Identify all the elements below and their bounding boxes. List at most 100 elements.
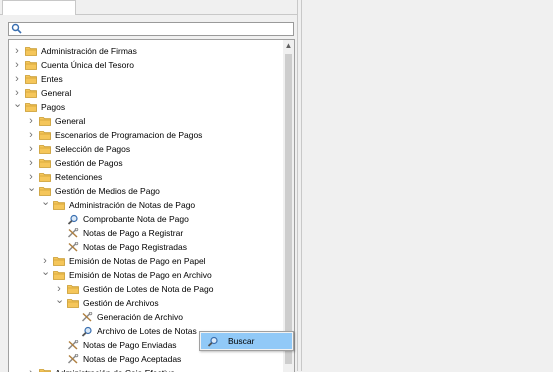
magnifier-icon	[67, 214, 79, 225]
tree-item[interactable]: ⌄ Pagos	[9, 99, 281, 114]
tree-item-label: Escenarios de Programacion de Pagos	[55, 130, 203, 140]
folder-icon	[39, 172, 51, 182]
context-menu: Buscar	[199, 331, 294, 351]
folder-icon	[39, 158, 51, 168]
chevron-down-icon[interactable]: ⌄	[13, 99, 22, 114]
tree-item[interactable]: › General	[9, 114, 281, 128]
folder-icon	[53, 200, 65, 210]
tree-item-label: Gestión de Lotes de Nota de Pago	[83, 284, 214, 294]
folder-icon	[25, 46, 37, 56]
chevron-right-icon[interactable]: ›	[27, 366, 35, 372]
vertical-scrollbar[interactable]: ▲	[283, 40, 294, 372]
tree-item-label: Administración de Notas de Pago	[69, 200, 196, 210]
tree-item-label: Cuenta Única del Tesoro	[41, 60, 134, 70]
navigation-panel: › Administración de Caja Efectivo Notas de…	[0, 0, 298, 372]
chevron-down-icon[interactable]: ⌄	[41, 267, 50, 282]
folder-icon	[25, 102, 37, 112]
tree-item-label: Notas de Pago Enviadas	[83, 340, 177, 350]
tree-item[interactable]: › Administración de Firmas	[9, 44, 281, 58]
tree-item[interactable]: ⌄ Gestión de Medios de Pago	[9, 183, 281, 198]
folder-icon	[39, 116, 51, 126]
search-field[interactable]	[8, 22, 294, 36]
tree-item-label: Gestión de Archivos	[83, 298, 159, 308]
context-menu-label: Buscar	[228, 336, 255, 346]
chevron-down-icon[interactable]: ⌄	[41, 197, 50, 212]
tree-item-label: General	[55, 116, 86, 126]
tree-item-label: Retenciones	[55, 172, 103, 182]
tree-item[interactable]: Notas de Pago Aceptadas	[9, 352, 281, 366]
tree-item-label: Gestión de Medios de Pago	[55, 186, 160, 196]
chevron-right-icon[interactable]: ›	[13, 44, 21, 58]
tree-item-label: Comprobante Nota de Pago	[83, 214, 189, 224]
scroll-up-icon[interactable]: ▲	[283, 40, 294, 51]
folder-icon	[39, 186, 51, 196]
tab-strip	[0, 0, 297, 15]
search-input[interactable]	[23, 23, 289, 35]
folder-icon	[53, 256, 65, 266]
tree-item[interactable]: › Emisión de Notas de Pago en Papel	[9, 254, 281, 268]
folder-icon	[39, 130, 51, 140]
tree-item[interactable]: Comprobante Nota de Pago	[9, 212, 281, 226]
chevron-right-icon[interactable]: ›	[27, 170, 35, 184]
tree-item-label: Notas de Pago Registradas	[83, 242, 187, 252]
folder-icon	[67, 284, 79, 294]
chevron-right-icon[interactable]: ›	[13, 86, 21, 100]
tab-navigation[interactable]	[2, 0, 76, 15]
tree-item[interactable]: ⌄ Gestión de Archivos	[9, 295, 281, 310]
tree-item-label: Emisión de Notas de Pago en Papel	[69, 256, 206, 266]
tree-item-label: Administración de Firmas	[41, 46, 137, 56]
tools-icon	[67, 339, 79, 350]
chevron-right-icon[interactable]: ›	[13, 72, 21, 86]
tree-item[interactable]: › Cuenta Única del Tesoro	[9, 58, 281, 72]
chevron-right-icon[interactable]: ›	[55, 282, 63, 296]
tree-item[interactable]: › Retenciones	[9, 170, 281, 184]
search-icon	[11, 23, 22, 36]
chevron-right-icon[interactable]: ›	[27, 142, 35, 156]
tree-item[interactable]: › Entes	[9, 72, 281, 86]
tree-item-label: Generación de Archivo	[97, 312, 183, 322]
tree-item[interactable]: › Selección de Pagos	[9, 142, 281, 156]
tree-item-label: General	[41, 88, 72, 98]
tree-item[interactable]: › Escenarios de Programacion de Pagos	[9, 128, 281, 142]
tree-item[interactable]: › General	[9, 86, 281, 100]
chevron-right-icon[interactable]: ›	[27, 156, 35, 170]
tools-icon	[67, 353, 79, 364]
tree-item[interactable]: › Gestión de Pagos	[9, 156, 281, 170]
folder-icon	[39, 144, 51, 154]
tree-item[interactable]: › Gestión de Lotes de Nota de Pago	[9, 282, 281, 296]
tree-item-label: Gestión de Pagos	[55, 158, 123, 168]
tools-icon	[67, 241, 79, 252]
folder-icon	[25, 60, 37, 70]
magnifier-icon	[207, 336, 219, 347]
folder-icon	[67, 298, 79, 308]
folder-icon	[39, 368, 51, 372]
chevron-down-icon[interactable]: ⌄	[27, 183, 36, 198]
chevron-down-icon[interactable]: ⌄	[55, 295, 64, 310]
tools-icon	[67, 227, 79, 238]
menu-tree: › Administración de Caja Efectivo Notas de…	[8, 39, 295, 372]
tree-item[interactable]: Generación de Archivo	[9, 310, 281, 324]
chevron-right-icon[interactable]: ›	[27, 114, 35, 128]
tree-item-label: Emisión de Notas de Pago en Archivo	[69, 270, 212, 280]
tree-item-label: Administración de Caja Efectivo	[55, 366, 175, 372]
tree-item-label: Pagos	[41, 102, 66, 112]
folder-icon	[25, 74, 37, 84]
tree-item-label: Notas de Pago a Registrar	[83, 228, 184, 238]
tree-item[interactable]: ⌄ Administración de Notas de Pago	[9, 197, 281, 212]
content-panel	[301, 0, 553, 371]
tree-item-label: Archivo de Lotes de Notas	[97, 326, 197, 336]
tree-item-label: Entes	[41, 74, 63, 84]
tree-item[interactable]: Notas de Pago Registradas	[9, 240, 281, 254]
chevron-right-icon[interactable]: ›	[13, 58, 21, 72]
tree-item[interactable]: ⌄ Emisión de Notas de Pago en Archivo	[9, 267, 281, 282]
tree-item[interactable]: › Administración de Caja Efectivo	[9, 366, 281, 372]
tree-item[interactable]: Notas de Pago a Registrar	[9, 226, 281, 240]
chevron-right-icon[interactable]: ›	[27, 128, 35, 142]
tree-item-label: Selección de Pagos	[55, 144, 131, 154]
context-menu-item-buscar[interactable]: Buscar	[201, 333, 292, 349]
folder-icon	[53, 270, 65, 280]
scrollbar-thumb[interactable]	[285, 54, 292, 364]
tools-icon	[81, 311, 93, 322]
chevron-right-icon[interactable]: ›	[41, 254, 49, 268]
tree-item-label: Notas de Pago Aceptadas	[83, 354, 182, 364]
